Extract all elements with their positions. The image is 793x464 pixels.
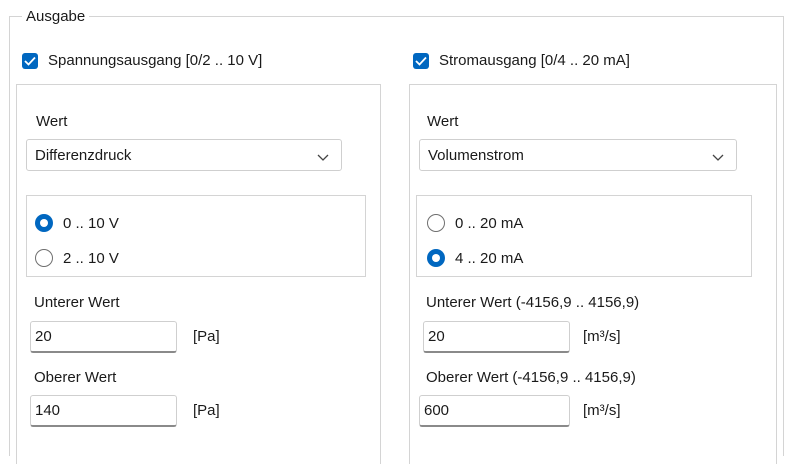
left-dropdown-value: Differenzdruck — [35, 146, 132, 164]
radio-selected-icon — [35, 214, 53, 232]
right-upper-label: Oberer Wert (-4156,9 .. 4156,9) — [426, 369, 636, 386]
right-lower-value: 20 — [428, 328, 445, 345]
voltage-output-checkbox[interactable]: Spannungsausgang [0/2 .. 10 V] — [22, 52, 262, 69]
group-title: Ausgabe — [22, 8, 90, 25]
radio-label: 0 .. 20 mA — [455, 214, 524, 232]
right-upper-input[interactable]: 600 — [419, 395, 570, 427]
left-lower-value: 20 — [35, 328, 52, 345]
right-lower-label: Unterer Wert (-4156,9 .. 4156,9) — [426, 294, 640, 311]
right-wert-label: Wert — [427, 113, 459, 130]
left-lower-input[interactable]: 20 — [30, 321, 177, 353]
chevron-down-icon — [712, 149, 724, 166]
radio-label: 0 .. 10 V — [63, 214, 119, 232]
radio-0-10v[interactable]: 0 .. 10 V — [35, 214, 119, 232]
right-dropdown-value: Volumenstrom — [428, 146, 524, 164]
current-output-checkbox[interactable]: Stromausgang [0/4 .. 20 mA] — [413, 52, 630, 69]
checkbox-checked-icon — [413, 52, 429, 69]
checkbox-checked-icon — [22, 52, 38, 69]
radio-label: 2 .. 10 V — [63, 249, 119, 267]
right-upper-value: 600 — [424, 402, 450, 419]
radio-label: 4 .. 20 mA — [455, 249, 524, 267]
left-lower-unit: [Pa] — [193, 328, 220, 345]
left-upper-input[interactable]: 140 — [30, 395, 177, 427]
radio-0-20ma[interactable]: 0 .. 20 mA — [427, 214, 523, 232]
left-upper-label: Oberer Wert — [34, 369, 117, 386]
right-lower-unit: [m³/s] — [583, 328, 621, 345]
right-lower-input[interactable]: 20 — [423, 321, 570, 353]
chevron-down-icon — [317, 149, 329, 166]
left-wert-label: Wert — [36, 113, 68, 130]
radio-unselected-icon — [427, 214, 445, 232]
radio-unselected-icon — [35, 249, 53, 267]
radio-selected-icon — [427, 249, 445, 267]
radio-2-10v[interactable]: 2 .. 10 V — [35, 249, 119, 267]
left-value-dropdown[interactable]: Differenzdruck — [26, 139, 342, 171]
left-lower-label: Unterer Wert — [34, 294, 120, 311]
voltage-output-label: Spannungsausgang [0/2 .. 10 V] — [48, 52, 263, 69]
radio-4-20ma[interactable]: 4 .. 20 mA — [427, 249, 523, 267]
left-upper-unit: [Pa] — [193, 402, 220, 419]
right-value-dropdown[interactable]: Volumenstrom — [419, 139, 737, 171]
left-upper-value: 140 — [35, 402, 61, 419]
right-upper-unit: [m³/s] — [583, 402, 621, 419]
current-output-label: Stromausgang [0/4 .. 20 mA] — [439, 52, 630, 69]
